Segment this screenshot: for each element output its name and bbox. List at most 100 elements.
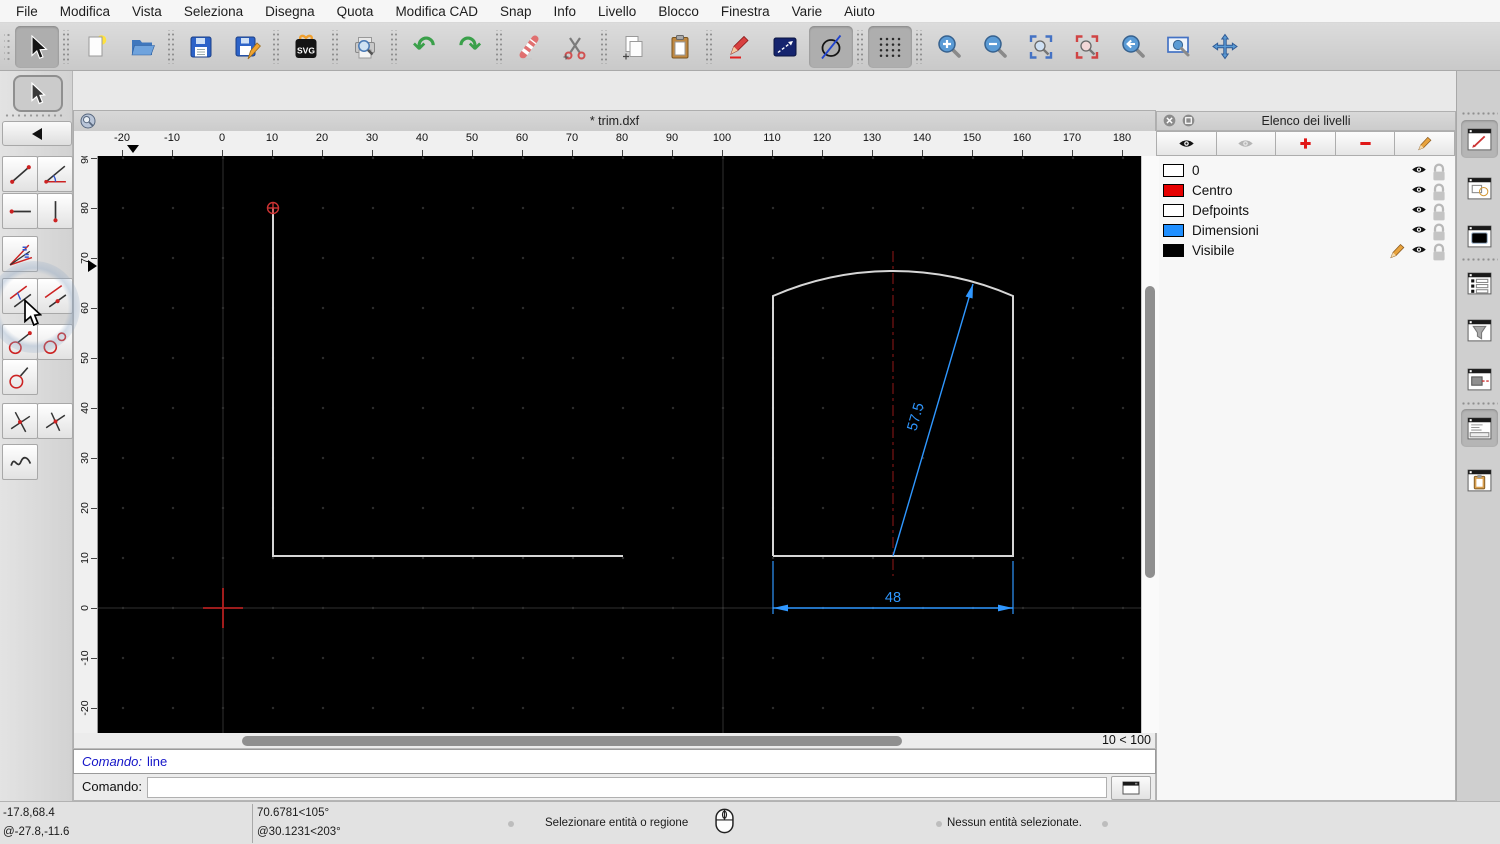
toolbar-zoom-redraw-button[interactable] <box>1065 26 1109 68</box>
toolbar-cut-button[interactable] <box>553 26 597 68</box>
hide-all-layers-button[interactable] <box>1215 131 1277 156</box>
layer-color-swatch[interactable] <box>1163 163 1184 177</box>
remove-layer-button[interactable] <box>1334 131 1396 156</box>
tool-line-bisector-button[interactable] <box>2 236 38 272</box>
layer-name[interactable]: Centro <box>1192 183 1233 198</box>
menu-aiuto[interactable]: Aiuto <box>844 4 875 19</box>
menu-seleziona[interactable]: Seleziona <box>184 4 243 19</box>
dock-block-list-button[interactable] <box>1461 169 1498 207</box>
dock-library-browser-button[interactable] <box>1461 217 1498 255</box>
layer-row-centro[interactable]: Centro <box>1157 180 1455 201</box>
tool-line-horizontal-button[interactable] <box>2 193 38 229</box>
toolbar-delete-button[interactable] <box>507 26 551 68</box>
menu-info[interactable]: Info <box>554 4 577 19</box>
close-icon[interactable] <box>1163 114 1176 127</box>
layer-lock-icon[interactable] <box>1431 223 1447 241</box>
layers-panel-titlebar[interactable]: Elenco dei livelli <box>1156 111 1456 131</box>
tool-line-tangent-point-button[interactable] <box>2 324 38 360</box>
layer-visibility-eye-icon[interactable] <box>1411 183 1427 197</box>
layer-name[interactable]: Dimensioni <box>1192 223 1259 238</box>
layer-row-visibile[interactable]: Visibile <box>1157 240 1455 261</box>
toolbar-zoom-out-button[interactable] <box>973 26 1017 68</box>
tool-line-orthogonal-circle-button[interactable] <box>2 359 38 395</box>
menu-varie[interactable]: Varie <box>792 4 823 19</box>
layer-row-0[interactable]: 0 <box>1157 160 1455 181</box>
layer-visibility-eye-icon[interactable] <box>1411 223 1427 237</box>
layer-color-swatch[interactable] <box>1163 223 1184 237</box>
horizontal-scrollbar-thumb[interactable] <box>242 735 902 746</box>
toolbar-paste-button[interactable] <box>658 26 702 68</box>
layer-lock-icon[interactable] <box>1431 203 1447 221</box>
menu-modifica[interactable]: Modifica <box>60 4 110 19</box>
layer-lock-icon[interactable] <box>1431 183 1447 201</box>
toolbar-line-properties-button[interactable] <box>763 26 807 68</box>
toolbar-toggle-grid-button[interactable] <box>868 25 912 68</box>
select-tool-button[interactable] <box>13 75 63 112</box>
toolbar-zoom-in-button[interactable] <box>927 26 971 68</box>
layer-lock-icon[interactable] <box>1431 243 1447 261</box>
layer-name[interactable]: Defpoints <box>1192 203 1249 218</box>
drawing-canvas[interactable]: 57.5 48 <box>98 155 1141 733</box>
menu-file[interactable]: File <box>16 4 38 19</box>
back-to-main-tools-button[interactable] <box>2 121 72 146</box>
edit-layer-button[interactable] <box>1394 131 1455 156</box>
toolbar-ellipse-line-button[interactable] <box>809 25 853 68</box>
l-shape-lines[interactable] <box>272 207 623 557</box>
horizontal-scrollbar[interactable]: 10 < 100 <box>73 732 1156 750</box>
menu-livello[interactable]: Livello <box>598 4 636 19</box>
tool-line-tangent-circles-button[interactable] <box>37 324 73 360</box>
tool-line-freehand-button[interactable] <box>2 444 38 480</box>
tool-line-two-points-button[interactable] <box>2 156 38 192</box>
dock-selection-filter-button[interactable] <box>1461 311 1498 349</box>
toolbar-save-button[interactable] <box>179 26 223 68</box>
command-input[interactable] <box>147 776 1107 798</box>
layer-lock-icon[interactable] <box>1431 163 1447 181</box>
toolbar-print-preview-button[interactable] <box>343 26 387 68</box>
layer-color-swatch[interactable] <box>1163 243 1184 257</box>
tool-line-orthogonal-button[interactable] <box>37 403 73 439</box>
menu-modifica-cad[interactable]: Modifica CAD <box>395 4 478 19</box>
layer-name[interactable]: Visibile <box>1192 243 1235 258</box>
toolbar-open-drawing-button[interactable] <box>120 26 164 68</box>
toolbar-drag-handle[interactable] <box>4 29 12 64</box>
layer-visibility-eye-icon[interactable] <box>1411 163 1427 177</box>
menu-blocco[interactable]: Blocco <box>658 4 699 19</box>
toolbar-zoom-auto-button[interactable] <box>1019 26 1063 68</box>
dock-block-insert-button[interactable] <box>1461 360 1498 398</box>
toolbar-edit-attributes-button[interactable] <box>717 26 761 68</box>
show-all-layers-button[interactable] <box>1156 131 1217 156</box>
dock-property-editor-button[interactable] <box>1461 120 1498 158</box>
dock-layer-list-button[interactable] <box>1461 264 1498 302</box>
detach-command-widget-button[interactable] <box>1111 775 1151 800</box>
layer-color-swatch[interactable] <box>1163 183 1184 197</box>
layer-color-swatch[interactable] <box>1163 203 1184 217</box>
toolbar-undo-button[interactable]: ↶ <box>402 26 446 68</box>
vertical-scrollbar-thumb[interactable] <box>1145 285 1155 578</box>
menu-finestra[interactable]: Finestra <box>721 4 770 19</box>
menu-snap[interactable]: Snap <box>500 4 532 19</box>
tool-line-parallel-point-button[interactable] <box>2 278 38 314</box>
toolbar-redo-button[interactable]: ↷ <box>448 26 492 68</box>
document-titlebar[interactable]: * trim.dxf <box>73 110 1156 131</box>
menu-disegna[interactable]: Disegna <box>265 4 315 19</box>
toolbar-save-as-button[interactable] <box>225 26 269 68</box>
toolbar-zoom-pan-button[interactable] <box>1203 26 1247 68</box>
toolbar-zoom-window-button[interactable] <box>1157 26 1201 68</box>
tool-line-parallel-button[interactable] <box>37 278 73 314</box>
toolbar-select-button[interactable] <box>15 25 59 68</box>
detach-icon[interactable] <box>1182 114 1195 127</box>
tool-line-vertical-button[interactable] <box>37 193 73 229</box>
toolbar-new-drawing-button[interactable] <box>74 26 118 68</box>
layer-visibility-eye-icon[interactable] <box>1411 243 1427 257</box>
layer-row-defpoints[interactable]: Defpoints <box>1157 200 1455 221</box>
layer-name[interactable]: 0 <box>1192 163 1200 178</box>
menu-vista[interactable]: Vista <box>132 4 162 19</box>
tool-line-angle-button[interactable] <box>37 156 73 192</box>
panel-drag-handle[interactable] <box>4 113 66 119</box>
toolbar-zoom-previous-button[interactable] <box>1111 26 1155 68</box>
tool-line-relative-angle-button[interactable] <box>2 403 38 439</box>
menu-quota[interactable]: Quota <box>337 4 374 19</box>
radial-dimension[interactable]: 57.5 <box>892 283 974 556</box>
dock-clipboard-widget-button[interactable] <box>1461 461 1498 499</box>
layer-visibility-eye-icon[interactable] <box>1411 203 1427 217</box>
